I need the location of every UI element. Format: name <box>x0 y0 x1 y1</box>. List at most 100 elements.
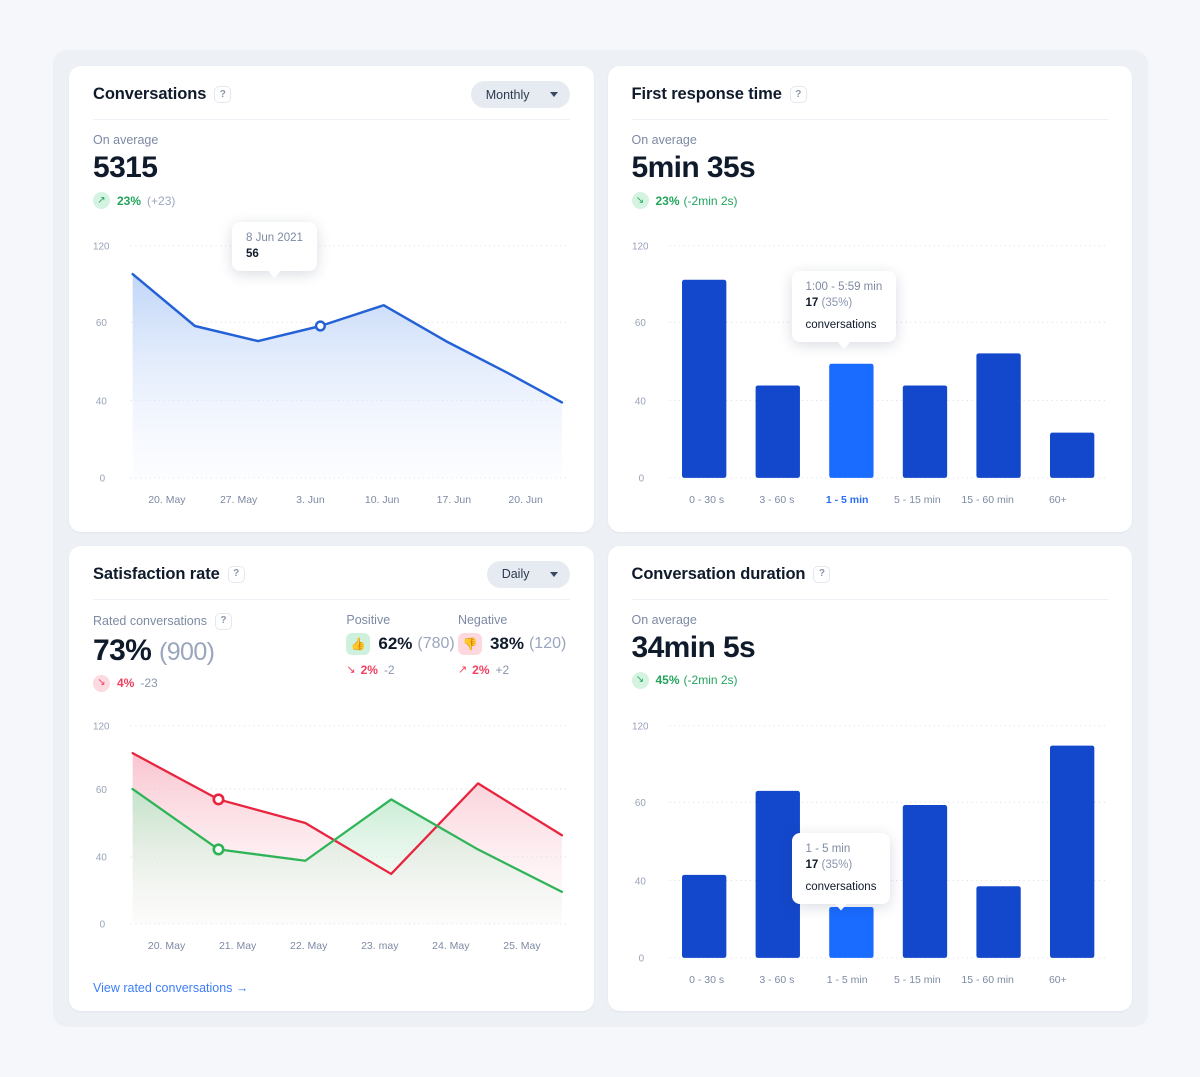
x-axis-labels: 20. May 27. May 3. Jun 10. Jun 17. Jun 2… <box>93 494 570 506</box>
x-label: 10. Jun <box>346 494 418 506</box>
x-label: 22. May <box>273 940 344 952</box>
help-icon[interactable]: ? <box>790 86 807 103</box>
arrow-down-icon: ↘ <box>632 192 649 209</box>
page-title: Conversations <box>93 85 206 104</box>
svg-text:60: 60 <box>96 784 108 795</box>
bar[interactable] <box>682 874 726 957</box>
chevron-down-icon <box>550 92 558 97</box>
svg-text:60: 60 <box>634 798 646 809</box>
x-axis-labels: 0 - 30 s 3 - 60 s 1 - 5 min 5 - 15 min 1… <box>632 494 1109 506</box>
x-axis-labels: 0 - 30 s 3 - 60 s 1 - 5 min 5 - 15 min 1… <box>632 974 1109 986</box>
x-label: 20. May <box>131 940 202 952</box>
delta-percent: 23% <box>117 194 141 208</box>
period-dropdown-daily[interactable]: Daily <box>487 561 570 588</box>
help-icon[interactable]: ? <box>813 566 830 583</box>
svg-text:120: 120 <box>632 242 649 253</box>
stat-block: On average 5min 35s ↘ 23% (-2min 2s) <box>632 133 1109 209</box>
help-icon[interactable]: ? <box>228 566 245 583</box>
delta-absolute: (-2min 2s) <box>684 673 738 687</box>
stat-count: (120) <box>529 635 566 653</box>
highlight-point-marker[interactable] <box>316 322 325 331</box>
delta-indicator: ↘ 4% -23 <box>93 675 346 692</box>
delta-indicator: ↗ 2% +2 <box>458 663 570 677</box>
delta-absolute: +2 <box>496 663 510 677</box>
bar-highlighted[interactable] <box>829 364 873 478</box>
delta-percent: 2% <box>472 663 489 677</box>
stat-caption: On average <box>632 133 1109 147</box>
bar[interactable] <box>682 280 726 478</box>
period-dropdown-monthly[interactable]: Monthly <box>471 81 570 108</box>
bar-highlighted[interactable] <box>829 906 873 957</box>
chart-tooltip: 8 Jun 2021 56 <box>232 222 317 271</box>
x-label: 20. May <box>131 494 203 506</box>
delta-percent: 23% <box>656 194 680 208</box>
dropdown-label: Daily <box>502 567 530 581</box>
stat-count: (780) <box>417 635 454 653</box>
bar[interactable] <box>976 886 1020 958</box>
delta-absolute: (+23) <box>147 194 175 208</box>
bar[interactable] <box>902 805 946 958</box>
x-label: 3 - 60 s <box>742 494 812 506</box>
x-label: 20. Jun <box>490 494 562 506</box>
x-label: 27. May <box>203 494 275 506</box>
stat-value: 73% (900) <box>93 633 346 669</box>
bar[interactable] <box>1049 433 1093 478</box>
x-label: 25. May <box>486 940 557 952</box>
x-axis-labels: 20. May 21. May 22. May 23. may 24. May … <box>93 940 570 952</box>
chevron-down-icon <box>550 572 558 577</box>
dual-area-chart-svg: 120 60 40 0 <box>93 708 570 938</box>
svg-text:40: 40 <box>634 876 646 887</box>
tooltip-count: 17 <box>806 297 819 309</box>
x-label: 0 - 30 s <box>672 974 742 986</box>
stat-caption-text: Rated conversations <box>93 614 207 628</box>
view-rated-conversations-link[interactable]: View rated conversations → <box>93 981 248 995</box>
arrow-down-icon: ↘ <box>346 663 355 676</box>
bar[interactable] <box>1049 745 1093 957</box>
card-conversations: Conversations ? Monthly On average 5315 … <box>69 66 594 532</box>
arrow-down-icon: ↘ <box>93 675 110 692</box>
stat-value: 34min 5s <box>632 630 1109 666</box>
svg-text:40: 40 <box>96 396 108 407</box>
svg-text:120: 120 <box>93 721 110 732</box>
svg-text:120: 120 <box>632 721 649 732</box>
svg-text:60: 60 <box>634 318 646 329</box>
tooltip-percent: (35%) <box>822 297 853 309</box>
bar[interactable] <box>902 385 946 477</box>
help-icon[interactable]: ? <box>215 613 232 630</box>
analytics-dashboard: Conversations ? Monthly On average 5315 … <box>53 50 1148 1027</box>
page-title: Conversation duration <box>632 565 806 584</box>
delta-absolute: (-2min 2s) <box>684 194 738 208</box>
thumbs-up-icon: 👍 <box>346 633 370 655</box>
marker-negative[interactable] <box>214 794 223 803</box>
svg-text:40: 40 <box>634 396 646 407</box>
delta-percent: 4% <box>117 676 134 690</box>
stat-block: On average 5315 ↗ 23% (+23) <box>93 133 570 209</box>
dropdown-label: Monthly <box>486 88 530 102</box>
stat-percent: 62% <box>378 634 412 654</box>
bar[interactable] <box>976 353 1020 478</box>
svg-text:0: 0 <box>638 953 644 964</box>
chart-first-response-time: 120 60 40 0 <box>632 227 1109 506</box>
stat-value: 5315 <box>93 150 570 186</box>
svg-text:0: 0 <box>100 474 106 485</box>
tooltip-value: 17 (35%) <box>806 859 877 871</box>
arrow-down-icon: ↘ <box>632 672 649 689</box>
x-label: 0 - 30 s <box>672 494 742 506</box>
svg-text:0: 0 <box>100 919 106 930</box>
tooltip-value: 17 (35%) <box>806 297 883 309</box>
page-title: First response time <box>632 85 782 104</box>
delta-percent: 2% <box>361 663 378 677</box>
tooltip-unit: conversations <box>806 881 877 893</box>
tooltip-range: 1 - 5 min <box>806 843 877 855</box>
x-label: 1 - 5 min <box>812 974 882 986</box>
delta-indicator: ↗ 23% (+23) <box>93 192 570 209</box>
chart-conversations: 120 60 40 0 8 Jun 2021 56 <box>93 227 570 506</box>
chart-satisfaction-rate: 120 60 40 0 20. May <box>93 708 570 952</box>
help-icon[interactable]: ? <box>214 86 231 103</box>
bar[interactable] <box>755 385 799 477</box>
card-conversation-duration: Conversation duration ? On average 34min… <box>608 546 1133 1012</box>
marker-positive[interactable] <box>214 844 223 853</box>
stat-percent: 73% <box>93 634 151 667</box>
area-chart-svg: 120 60 40 0 <box>93 227 570 492</box>
thumbs-down-icon: 👎 <box>458 633 482 655</box>
